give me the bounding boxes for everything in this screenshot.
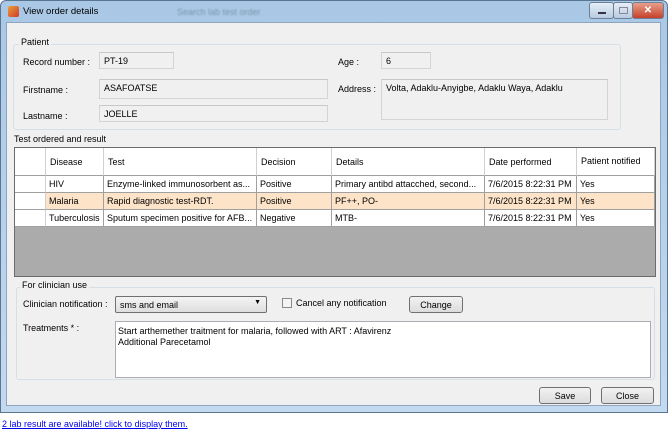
row-header[interactable] xyxy=(15,193,46,210)
cell-notified[interactable]: Yes xyxy=(577,176,655,193)
column-header-test[interactable]: Test xyxy=(104,148,257,176)
patient-group-label: Patient xyxy=(19,37,52,47)
background-window-title: Search lab test order xyxy=(177,7,261,17)
notification-dropdown[interactable]: sms and email ▼ xyxy=(115,296,267,313)
cell-details[interactable]: PF++, PO- xyxy=(332,193,485,210)
row-header[interactable] xyxy=(15,176,46,193)
age-label: Age : xyxy=(338,57,360,67)
cell-test[interactable]: Sputum specimen positive for AFB... xyxy=(104,210,257,227)
age-field[interactable]: 6 xyxy=(381,52,431,69)
clinician-group-label: For clinician use xyxy=(20,280,90,290)
change-button[interactable]: Change xyxy=(409,296,463,313)
window-title: View order details xyxy=(23,6,99,17)
firstname-field[interactable]: ASAFOATSE xyxy=(99,79,328,99)
cancel-notification-checkbox[interactable] xyxy=(282,298,292,308)
tests-grid[interactable]: Disease Test Decision Details Date perfo… xyxy=(14,147,656,277)
column-header-label: Disease xyxy=(50,156,83,167)
tests-label: Test ordered and result xyxy=(14,134,107,144)
lastname-label: Lastname : xyxy=(23,111,68,121)
row-header[interactable] xyxy=(15,210,46,227)
chevron-down-icon: ▼ xyxy=(254,299,261,306)
column-header-details[interactable]: Details xyxy=(332,148,485,176)
address-field[interactable]: Volta, Adaklu-Anyigbe, Adaklu Waya, Adak… xyxy=(381,79,608,120)
cell-notified[interactable]: Yes xyxy=(577,210,655,227)
cell-notified[interactable]: Yes xyxy=(577,193,655,210)
minimize-icon xyxy=(598,12,606,14)
cell-decision[interactable]: Negative xyxy=(257,210,332,227)
cell-disease[interactable]: Malaria xyxy=(46,193,104,210)
save-button[interactable]: Save xyxy=(539,387,591,404)
column-header-label: Details xyxy=(336,156,364,167)
cell-disease[interactable]: Tuberculosis xyxy=(46,210,104,227)
close-icon: ✕ xyxy=(643,5,653,16)
column-header-label: Patient notified xyxy=(581,156,641,166)
cell-details[interactable]: MTB- xyxy=(332,210,485,227)
row-header-corner xyxy=(15,148,46,176)
firstname-label: Firstname : xyxy=(23,85,69,95)
close-button[interactable]: Close xyxy=(601,387,654,404)
maximize-icon xyxy=(619,7,628,14)
notification-value: sms and email xyxy=(120,300,179,310)
cell-date[interactable]: 7/6/2015 8:22:31 PM xyxy=(485,210,577,227)
cell-decision[interactable]: Positive xyxy=(257,176,332,193)
cell-disease[interactable]: HIV xyxy=(46,176,104,193)
minimize-button[interactable] xyxy=(589,2,614,19)
treatments-textarea[interactable]: Start arthemether traitment for malaria,… xyxy=(115,321,651,378)
lastname-field[interactable]: JOELLE xyxy=(99,105,328,122)
cell-date[interactable]: 7/6/2015 8:22:31 PM xyxy=(485,193,577,210)
column-header-date[interactable]: Date performed xyxy=(485,148,577,176)
column-header-disease[interactable]: Disease xyxy=(46,148,104,176)
cell-decision[interactable]: Positive xyxy=(257,193,332,210)
cell-date[interactable]: 7/6/2015 8:22:31 PM xyxy=(485,176,577,193)
record-number-field[interactable]: PT-19 xyxy=(99,52,174,69)
lab-results-link[interactable]: 2 lab result are available! click to dis… xyxy=(2,419,188,429)
maximize-button[interactable] xyxy=(613,2,633,19)
column-header-notified[interactable]: Patient notified xyxy=(577,148,655,176)
close-window-button[interactable]: ✕ xyxy=(632,2,664,19)
title-bar[interactable]: View order details Search lab test order… xyxy=(1,1,667,23)
column-header-label: Decision xyxy=(261,156,296,167)
treatments-label: Treatments * : xyxy=(23,323,80,333)
address-label: Address : xyxy=(338,84,377,94)
app-icon xyxy=(8,6,19,17)
cell-details[interactable]: Primary antibd attacched, second... xyxy=(332,176,485,193)
cell-test[interactable]: Enzyme-linked immunosorbent as... xyxy=(104,176,257,193)
notification-label: Clinician notification : xyxy=(23,299,108,309)
column-header-label: Test xyxy=(108,156,125,167)
column-header-decision[interactable]: Decision xyxy=(257,148,332,176)
cell-test[interactable]: Rapid diagnostic test-RDT. xyxy=(104,193,257,210)
column-header-label: Date performed xyxy=(489,156,552,167)
cancel-notification-label[interactable]: Cancel any notification xyxy=(296,298,387,308)
record-number-label: Record number : xyxy=(23,57,91,67)
